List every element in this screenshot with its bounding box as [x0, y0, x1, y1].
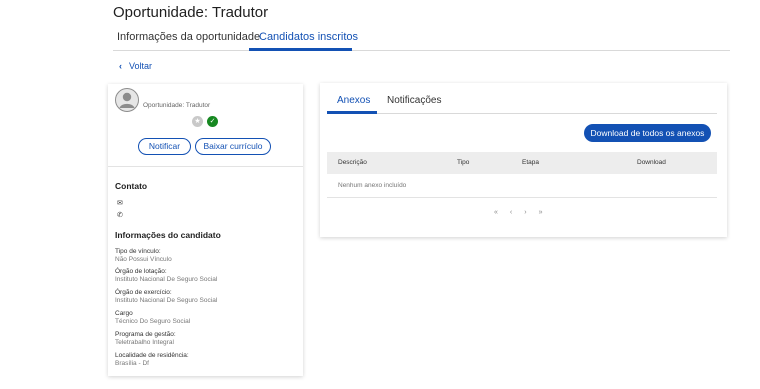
pagination: « ‹ › »: [494, 209, 543, 216]
check-icon: ✓: [207, 116, 218, 127]
back-link[interactable]: ‹ Voltar: [119, 61, 152, 71]
field-value-allocation-agency: Instituto Nacional De Seguro Social: [115, 276, 218, 283]
previous-page-icon[interactable]: ‹: [510, 209, 512, 216]
star-icon[interactable]: ★: [192, 116, 203, 127]
active-tab-indicator: [249, 48, 352, 51]
field-value-position: Técnico Do Seguro Social: [115, 318, 191, 325]
avatar-icon: [115, 88, 139, 112]
download-all-attachments-button[interactable]: Download de todos os anexos: [584, 124, 711, 142]
top-tabs: Informações da oportunidade Candidatos i…: [113, 30, 730, 51]
field-value-residence: Brasília - Df: [115, 360, 149, 367]
field-value-bond-type: Não Possui Vínculo: [115, 256, 172, 263]
page-title: Oportunidade: Tradutor: [113, 4, 269, 21]
active-panel-tab-indicator: [327, 111, 377, 114]
field-label-exercise-agency: Órgão de exercício:: [115, 289, 172, 296]
field-label-position: Cargo: [115, 310, 133, 317]
tab-attachments[interactable]: Anexos: [337, 95, 370, 106]
back-link-label: Voltar: [129, 61, 153, 71]
panel-tabs: Anexos Notificações: [327, 91, 717, 114]
candidate-card: Oportunidade: Tradutor ★ ✓ Notificar Bai…: [108, 84, 303, 376]
column-header-description[interactable]: Descrição: [338, 159, 367, 166]
download-cv-button[interactable]: Baixar currículo: [195, 138, 271, 155]
tab-enrolled-candidates[interactable]: Candidatos inscritos: [259, 31, 358, 43]
envelope-icon: ✉: [117, 200, 123, 207]
chevron-left-icon: ‹: [119, 61, 122, 71]
table-divider: [327, 197, 717, 198]
field-value-exercise-agency: Instituto Nacional De Seguro Social: [115, 297, 218, 304]
tab-notifications[interactable]: Notificações: [387, 95, 441, 106]
field-label-management-program: Programa de gestão:: [115, 331, 176, 338]
tab-opportunity-info[interactable]: Informações da oportunidade: [117, 31, 260, 43]
table-header: Descrição Tipo Etapa Download: [327, 152, 717, 174]
field-value-management-program: Teletrabalho Integral: [115, 339, 174, 346]
opportunity-label: Oportunidade: Tradutor: [143, 102, 211, 109]
column-header-type[interactable]: Tipo: [457, 159, 469, 166]
notify-button[interactable]: Notificar: [138, 138, 191, 155]
field-label-bond-type: Tipo de vínculo:: [115, 248, 161, 255]
last-page-icon[interactable]: »: [539, 209, 543, 216]
divider: [108, 166, 303, 167]
contact-heading: Contato: [115, 181, 148, 191]
next-page-icon[interactable]: ›: [524, 209, 526, 216]
attachments-panel: Anexos Notificações Download de todos os…: [320, 83, 727, 237]
phone-icon: ✆: [117, 212, 123, 219]
column-header-download[interactable]: Download: [637, 159, 666, 166]
empty-table-message: Nenhum anexo incluído: [338, 182, 407, 189]
column-header-stage[interactable]: Etapa: [522, 159, 539, 166]
field-label-allocation-agency: Órgão de lotação:: [115, 268, 167, 275]
field-label-residence: Localidade de residência:: [115, 352, 189, 359]
candidate-info-heading: Informações do candidato: [115, 230, 221, 240]
first-page-icon[interactable]: «: [494, 209, 498, 216]
